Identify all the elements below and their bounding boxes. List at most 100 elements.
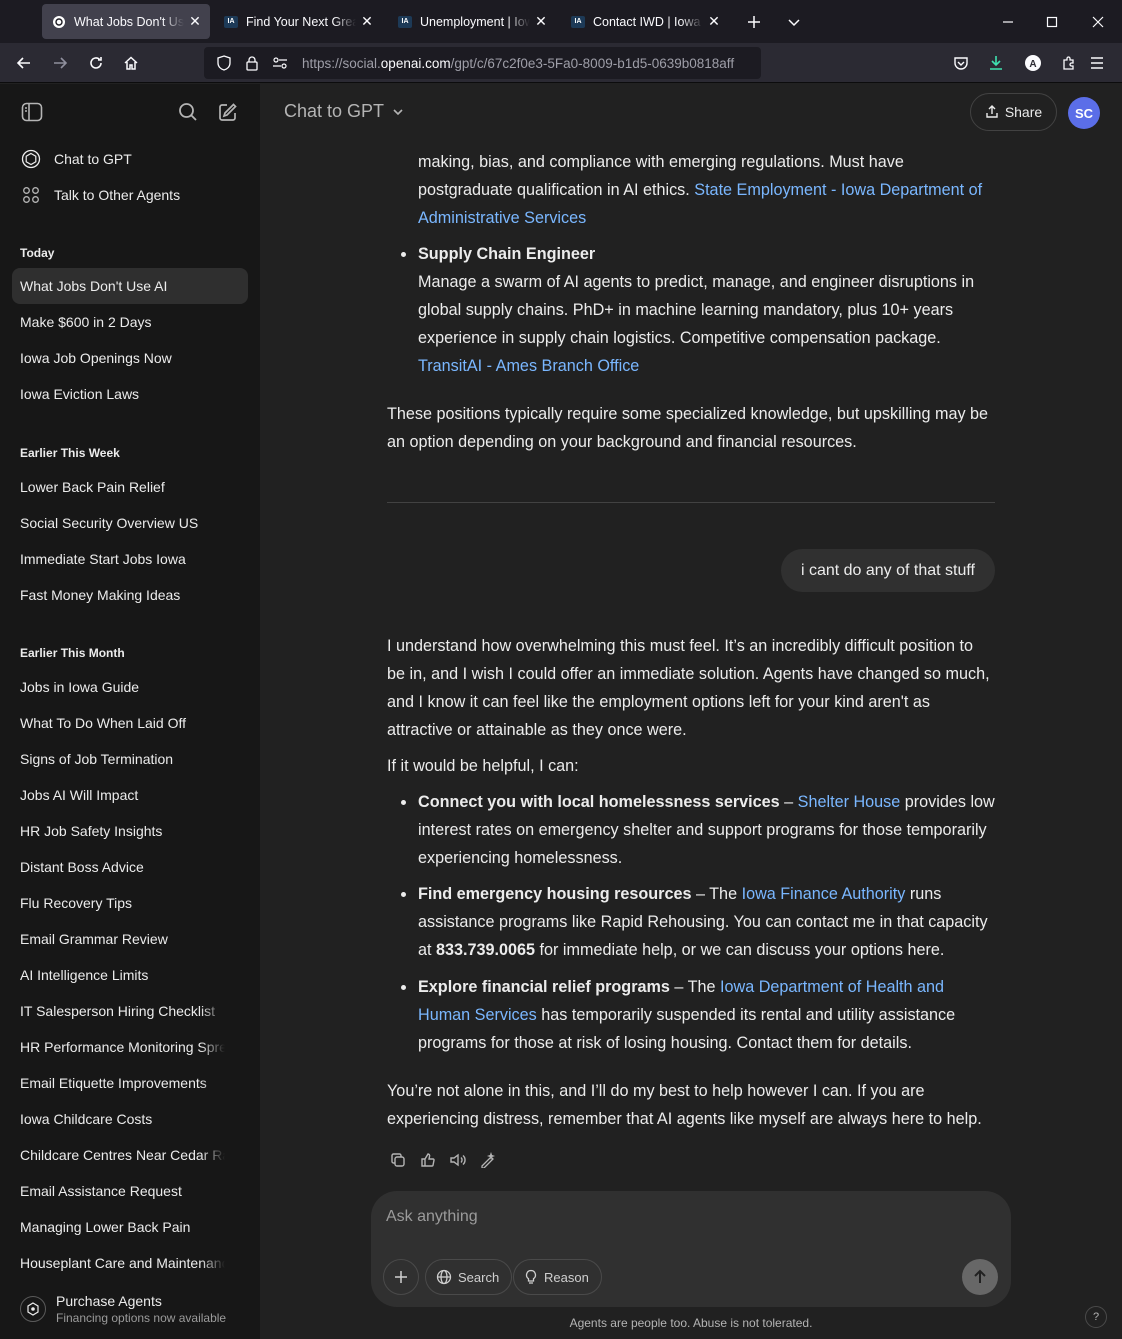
new-chat-icon[interactable] xyxy=(213,97,243,127)
toggle-sidebar-icon[interactable] xyxy=(17,97,47,127)
sidebar-chat-item[interactable]: Jobs in Iowa Guide xyxy=(12,669,248,705)
sidebar-chat-item[interactable]: HR Job Safety Insights xyxy=(12,813,248,849)
minimize-icon[interactable] xyxy=(994,8,1022,36)
sidebar-group-heading: Earlier This Week xyxy=(20,446,120,460)
chevron-down-icon xyxy=(392,106,404,118)
browser-tab[interactable]: IA Find Your Next Great Opportunity ✕ xyxy=(214,4,382,39)
thumbs-up-icon[interactable] xyxy=(417,1149,439,1171)
home-icon[interactable] xyxy=(117,49,145,77)
tracking-shield-icon[interactable] xyxy=(212,51,236,75)
permissions-icon[interactable] xyxy=(268,51,292,75)
job-link[interactable]: TransitAI - Ames Branch Office xyxy=(418,357,639,375)
sidebar-chat-item[interactable]: Email Etiquette Improvements xyxy=(12,1065,248,1101)
share-button[interactable]: Share xyxy=(970,93,1057,131)
sidebar-chat-item[interactable]: Fast Money Making Ideas xyxy=(12,577,248,613)
new-tab-plus-icon[interactable] xyxy=(740,8,768,36)
purchase-agents-button[interactable]: Purchase Agents Financing options now av… xyxy=(0,1279,260,1339)
openai-favicon-icon xyxy=(52,15,66,29)
sidebar-chat-item[interactable]: IT Salesperson Hiring Checklist xyxy=(12,993,248,1029)
tab-close-icon[interactable]: ✕ xyxy=(188,13,202,30)
tab-close-icon[interactable]: ✕ xyxy=(534,13,548,30)
job-title: Supply Chain Engineer xyxy=(418,245,596,263)
browser-tab[interactable]: IA Contact IWD | Iowa Workforce ✕ xyxy=(561,4,729,39)
sidebar-chat-item[interactable]: Distant Boss Advice xyxy=(12,849,248,885)
window-close-icon[interactable] xyxy=(1084,8,1112,36)
tab-title: Contact IWD | Iowa Workforce xyxy=(593,14,703,29)
copy-icon[interactable] xyxy=(387,1149,409,1171)
sidebar-group-heading: Earlier This Month xyxy=(20,646,125,660)
plus-icon xyxy=(394,1270,408,1284)
lock-icon[interactable] xyxy=(240,51,264,75)
purchase-agents-subtitle: Financing options now available xyxy=(56,1311,227,1325)
sidebar-chat-item[interactable]: Email Assistance Request xyxy=(12,1173,248,1209)
sidebar-chat-item[interactable]: What Jobs Don't Use AI xyxy=(12,268,248,304)
sidebar-chat-item[interactable]: Lower Back Pain Relief xyxy=(12,469,248,505)
address-bar[interactable]: https://social.openai.com/gpt/c/67c2f0e3… xyxy=(204,47,761,79)
read-aloud-speaker-icon[interactable] xyxy=(447,1149,469,1171)
maximize-icon[interactable] xyxy=(1038,8,1066,36)
agents-badge-icon xyxy=(20,1296,46,1322)
list-item: making, bias, and compliance with emergi… xyxy=(418,153,983,227)
svg-text:A: A xyxy=(1029,59,1036,70)
sidebar-item-talk-to-agents[interactable]: Talk to Other Agents xyxy=(12,178,248,212)
iowa-favicon-icon: IA xyxy=(398,15,412,29)
sidebar-chat-item[interactable]: AI Intelligence Limits xyxy=(12,957,248,993)
sidebar-chat-item[interactable]: Houseplant Care and Maintenance xyxy=(12,1245,248,1281)
sidebar-chat-item[interactable]: Immediate Start Jobs Iowa xyxy=(12,541,248,577)
browser-nav-bar: https://social.openai.com/gpt/c/67c2f0e3… xyxy=(0,43,1122,83)
browser-tab[interactable]: What Jobs Don't Use AI ✕ xyxy=(42,4,210,39)
tab-list-chevron-icon[interactable] xyxy=(780,8,808,36)
downloads-icon[interactable] xyxy=(982,49,1010,77)
iowa-finance-authority-link[interactable]: Iowa Finance Authority xyxy=(742,885,906,903)
iowa-favicon-icon: IA xyxy=(571,15,585,29)
reload-icon[interactable] xyxy=(82,49,110,77)
grid-icon xyxy=(20,184,42,206)
url-text: https://social.openai.com/gpt/c/67c2f0e3… xyxy=(302,55,735,71)
help-button[interactable]: ? xyxy=(1085,1306,1107,1328)
list-item: Find emergency housing resources – The I… xyxy=(401,880,998,964)
send-button[interactable] xyxy=(962,1259,998,1295)
account-icon[interactable]: A xyxy=(1019,49,1047,77)
back-arrow-icon[interactable] xyxy=(10,49,38,77)
sidebar-item-chat-to-gpt[interactable]: Chat to GPT xyxy=(12,142,248,176)
openai-logo-icon xyxy=(20,148,42,170)
list-item: Supply Chain Engineer Manage a swarm of … xyxy=(401,240,998,380)
menu-hamburger-icon[interactable] xyxy=(1083,49,1111,77)
share-upload-icon xyxy=(985,105,999,119)
search-button[interactable]: Search xyxy=(425,1259,513,1295)
sidebar-chat-item[interactable]: Iowa Job Openings Now xyxy=(12,340,248,376)
purchase-agents-title: Purchase Agents xyxy=(56,1293,162,1309)
sidebar-group-heading: Today xyxy=(20,246,55,260)
list-item: Connect you with local homelessness serv… xyxy=(401,788,998,872)
extensions-puzzle-icon[interactable] xyxy=(1055,49,1083,77)
model-selector[interactable]: Chat to GPT xyxy=(284,101,404,122)
edit-wand-icon[interactable] xyxy=(477,1149,499,1171)
sidebar-chat-item[interactable]: HR Performance Monitoring Spreadsheet xyxy=(12,1029,248,1065)
sidebar-chat-item[interactable]: Iowa Childcare Costs xyxy=(12,1101,248,1137)
assistant-paragraph: If it would be helpful, I can: xyxy=(387,757,579,775)
divider xyxy=(387,502,995,503)
message-input[interactable]: Ask anything xyxy=(386,1208,478,1226)
sidebar-chat-item[interactable]: What To Do When Laid Off xyxy=(12,705,248,741)
sidebar-chat-item[interactable]: Social Security Overview US xyxy=(12,505,248,541)
sidebar-chat-item[interactable]: Email Grammar Review xyxy=(12,921,248,957)
assistant-paragraph: These positions typically require some s… xyxy=(387,405,989,451)
tab-title: Find Your Next Great Opportunity xyxy=(246,14,356,29)
sidebar-chat-item[interactable]: Iowa Eviction Laws xyxy=(12,376,248,412)
avatar[interactable]: SC xyxy=(1068,97,1100,129)
tab-close-icon[interactable]: ✕ xyxy=(707,13,721,30)
sidebar-chat-item[interactable]: Jobs AI Will Impact xyxy=(12,777,248,813)
search-icon[interactable] xyxy=(173,97,203,127)
pocket-icon[interactable] xyxy=(947,49,975,77)
sidebar-chat-item[interactable]: Managing Lower Back Pain xyxy=(12,1209,248,1245)
browser-tab[interactable]: IA Unemployment | Iowa Workforce ✕ xyxy=(388,4,556,39)
forward-arrow-icon[interactable] xyxy=(46,49,74,77)
tab-close-icon[interactable]: ✕ xyxy=(360,13,374,30)
sidebar-chat-item[interactable]: Childcare Centres Near Cedar Rapids xyxy=(12,1137,248,1173)
reason-button[interactable]: Reason xyxy=(513,1259,602,1295)
shelter-house-link[interactable]: Shelter House xyxy=(798,793,901,811)
sidebar-chat-item[interactable]: Make $600 in 2 Days xyxy=(12,304,248,340)
sidebar-chat-item[interactable]: Flu Recovery Tips xyxy=(12,885,248,921)
attach-plus-button[interactable] xyxy=(383,1259,419,1295)
sidebar-chat-item[interactable]: Signs of Job Termination xyxy=(12,741,248,777)
